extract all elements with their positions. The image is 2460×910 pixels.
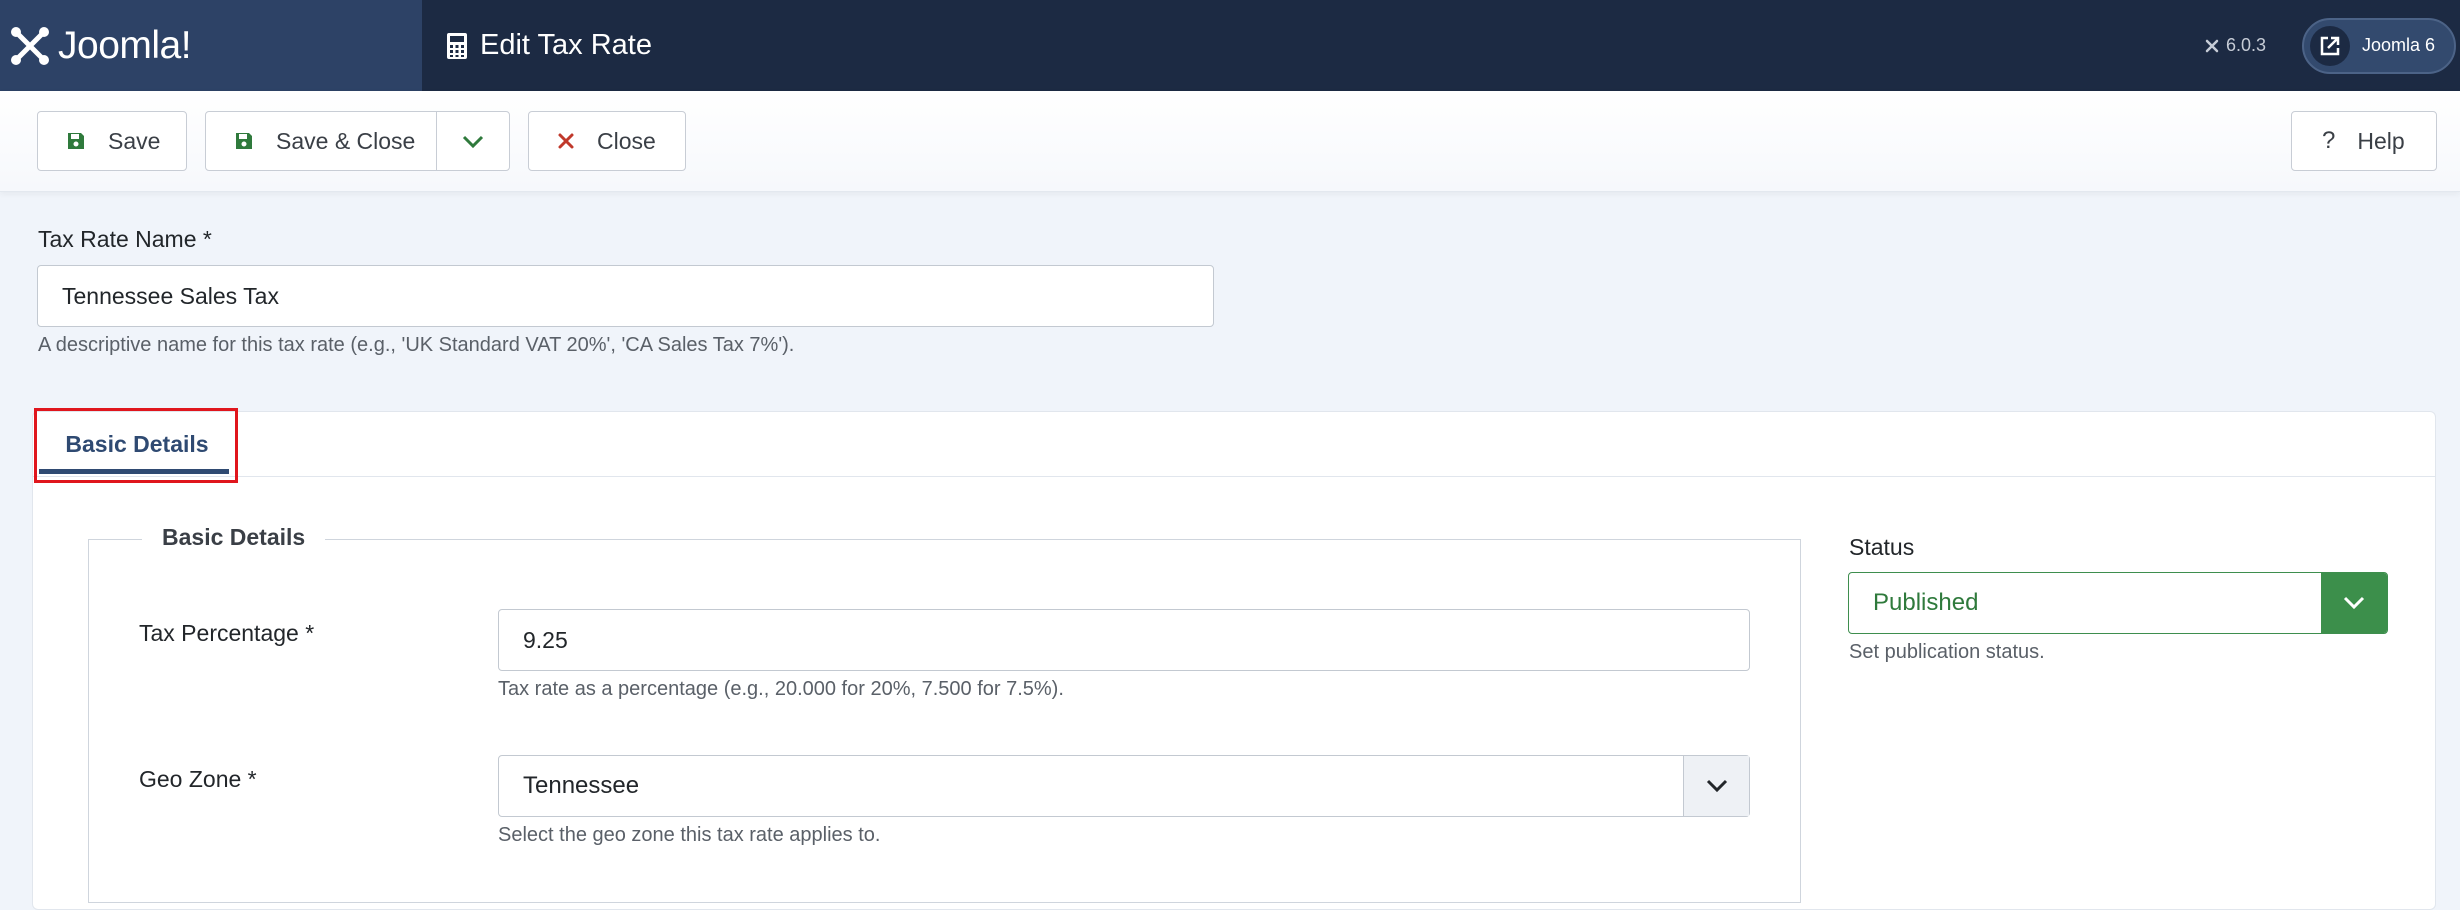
save-button[interactable]: Save: [37, 111, 187, 171]
tax-rate-name-help: A descriptive name for this tax rate (e.…: [38, 334, 795, 356]
chevron-down-icon: [462, 128, 484, 155]
tax-percentage-input[interactable]: 9.25: [498, 609, 1750, 671]
help-button[interactable]: ? Help: [2291, 111, 2437, 171]
status-help: Set publication status.: [1849, 641, 2045, 663]
tax-rate-name-input[interactable]: Tennessee Sales Tax: [37, 265, 1214, 327]
highlight-box: [34, 408, 238, 483]
close-button[interactable]: Close: [528, 111, 686, 171]
version-info: 6.0.3: [2204, 35, 2266, 56]
save-label: Save: [108, 127, 161, 154]
geo-zone-select[interactable]: Tennessee: [498, 755, 1750, 817]
geo-zone-label: Geo Zone *: [139, 766, 257, 792]
basic-details-fieldset: [88, 539, 1801, 903]
version-text: 6.0.3: [2225, 35, 2266, 55]
save-close-button[interactable]: Save & Close: [205, 111, 437, 171]
tab-bar: Basic Details: [33, 412, 2435, 477]
save-close-label: Save & Close: [276, 127, 416, 154]
x-icon: [557, 132, 575, 150]
status-select[interactable]: Published: [1848, 572, 2388, 634]
fieldset-legend: Basic Details: [142, 524, 326, 551]
tax-rate-name-label: Tax Rate Name *: [38, 226, 212, 252]
geo-zone-value: Tennessee: [523, 772, 640, 799]
joomla-small-icon: [2205, 39, 2219, 52]
status-value: Published: [1873, 589, 1979, 616]
save-options-dropdown[interactable]: [436, 111, 510, 171]
toolbar: Save Save & Close Close ? Help: [0, 91, 2460, 192]
joomla-logo-icon: [11, 26, 49, 65]
chevron-down-icon: [2321, 573, 2387, 633]
view-site-label: Joomla 6: [2362, 35, 2436, 55]
close-label: Close: [597, 127, 656, 154]
brand-name: Joomla!: [58, 23, 192, 67]
view-site-button[interactable]: Joomla 6: [2302, 17, 2456, 74]
calculator-icon: [447, 32, 467, 59]
tax-percentage-help: Tax rate as a percentage (e.g., 20.000 f…: [498, 678, 1064, 700]
brand-logo[interactable]: Joomla!: [0, 0, 422, 91]
external-link-icon: [2310, 25, 2350, 66]
tax-percentage-value: 9.25: [523, 626, 568, 653]
chevron-down-icon: [1683, 756, 1749, 816]
geo-zone-help: Select the geo zone this tax rate applie…: [498, 824, 881, 846]
top-header: Joomla! Edit Tax Rate 6.0.3 Joomla 6: [0, 0, 2460, 91]
tax-rate-name-value: Tennessee Sales Tax: [62, 282, 279, 309]
page-title: Edit Tax Rate: [480, 29, 652, 61]
tax-percentage-label: Tax Percentage *: [139, 620, 315, 646]
question-icon: ?: [2322, 127, 2336, 154]
help-label: Help: [2357, 127, 2405, 154]
floppy-disk-icon: [234, 131, 254, 151]
floppy-disk-icon: [66, 131, 86, 151]
status-label: Status: [1849, 534, 1915, 560]
